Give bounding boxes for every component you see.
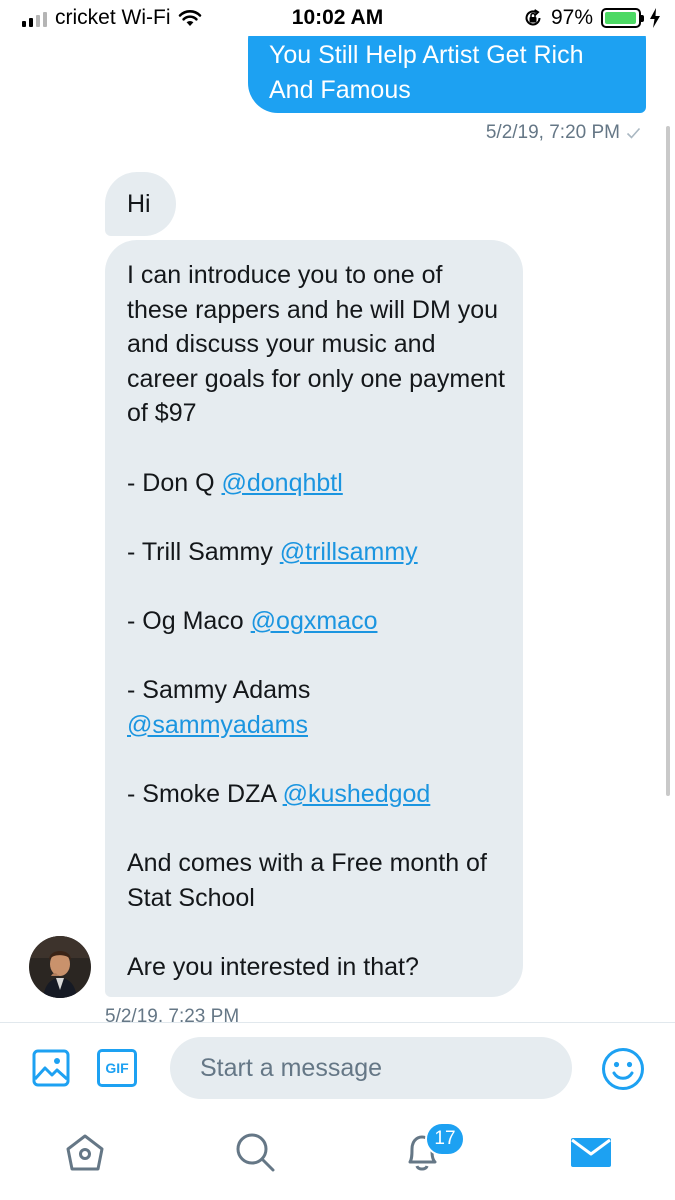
rapper-name: - Sammy Adams [127,676,311,705]
status-bar: cricket Wi-Fi 10:02 AM 97% [0,0,675,36]
outgoing-message-bubble[interactable]: You Still Help Artist Get Rich And Famou… [248,36,646,113]
orientation-lock-icon [525,9,541,26]
battery-icon [601,8,644,28]
rapper-list-item: - Trill Sammy @trillsammy [127,535,505,570]
mention-link[interactable]: @trillsammy [280,538,418,566]
offer-intro-text: I can introduce you to one of these rapp… [127,261,505,428]
battery-level-fill [605,12,637,24]
offer-question-text: Are you interested in that? [127,952,419,981]
charging-icon [650,8,660,28]
offer-bonus-text: And comes with a Free month of Stat Scho… [127,849,487,912]
mention-link[interactable]: @kushedgod [283,780,431,808]
search-icon[interactable] [233,1130,277,1174]
rapper-name: - Og Maco [127,606,244,635]
rapper-name: - Smoke DZA [127,779,276,808]
gif-button[interactable]: GIF [97,1049,137,1087]
avatar[interactable] [29,936,91,998]
incoming-message-text: Hi [127,190,151,218]
rapper-list-item: - Don Q @donqhbtl [127,466,505,501]
mention-link[interactable]: @donqhbtl [221,469,342,497]
photo-icon[interactable] [32,1049,70,1087]
message-input[interactable] [170,1037,572,1099]
status-bar-right: 97% [523,6,661,30]
avatar-photo [29,936,91,998]
incoming-message-bubble-offer[interactable]: I can introduce you to one of these rapp… [105,240,523,997]
mention-link[interactable]: @sammyadams [127,711,308,739]
rapper-name: - Don Q [127,468,215,497]
incoming-message-bubble-hi[interactable]: Hi [105,172,176,236]
rapper-name: - Trill Sammy [127,537,273,566]
message-composer: GIF [0,1022,675,1112]
conversation-thread[interactable]: You Still Help Artist Get Rich And Famou… [0,36,675,1022]
battery-percent: 97% [550,6,593,29]
rapper-list-item: - Smoke DZA @kushedgod [127,777,505,812]
rapper-list-item: - Sammy Adams @sammyadams [127,673,505,742]
messages-envelope-icon[interactable] [569,1130,613,1174]
emoji-icon[interactable] [601,1047,645,1091]
scrollbar[interactable] [666,126,670,796]
mention-link[interactable]: @ogxmaco [251,607,378,635]
incoming-timestamp: 5/2/19, 7:23 PM [105,1006,240,1022]
tab-bar: 17 [0,1112,675,1200]
notifications-badge: 17 [425,1122,465,1156]
rapper-list-item: - Og Maco @ogxmaco [127,604,505,639]
outgoing-message-text: You Still Help Artist Get Rich And Famou… [269,41,584,104]
home-icon[interactable] [63,1130,107,1174]
outgoing-timestamp-text: 5/2/19, 7:20 PM [485,122,620,143]
sent-check-icon [626,127,641,139]
outgoing-timestamp: 5/2/19, 7:20 PM [486,122,641,144]
